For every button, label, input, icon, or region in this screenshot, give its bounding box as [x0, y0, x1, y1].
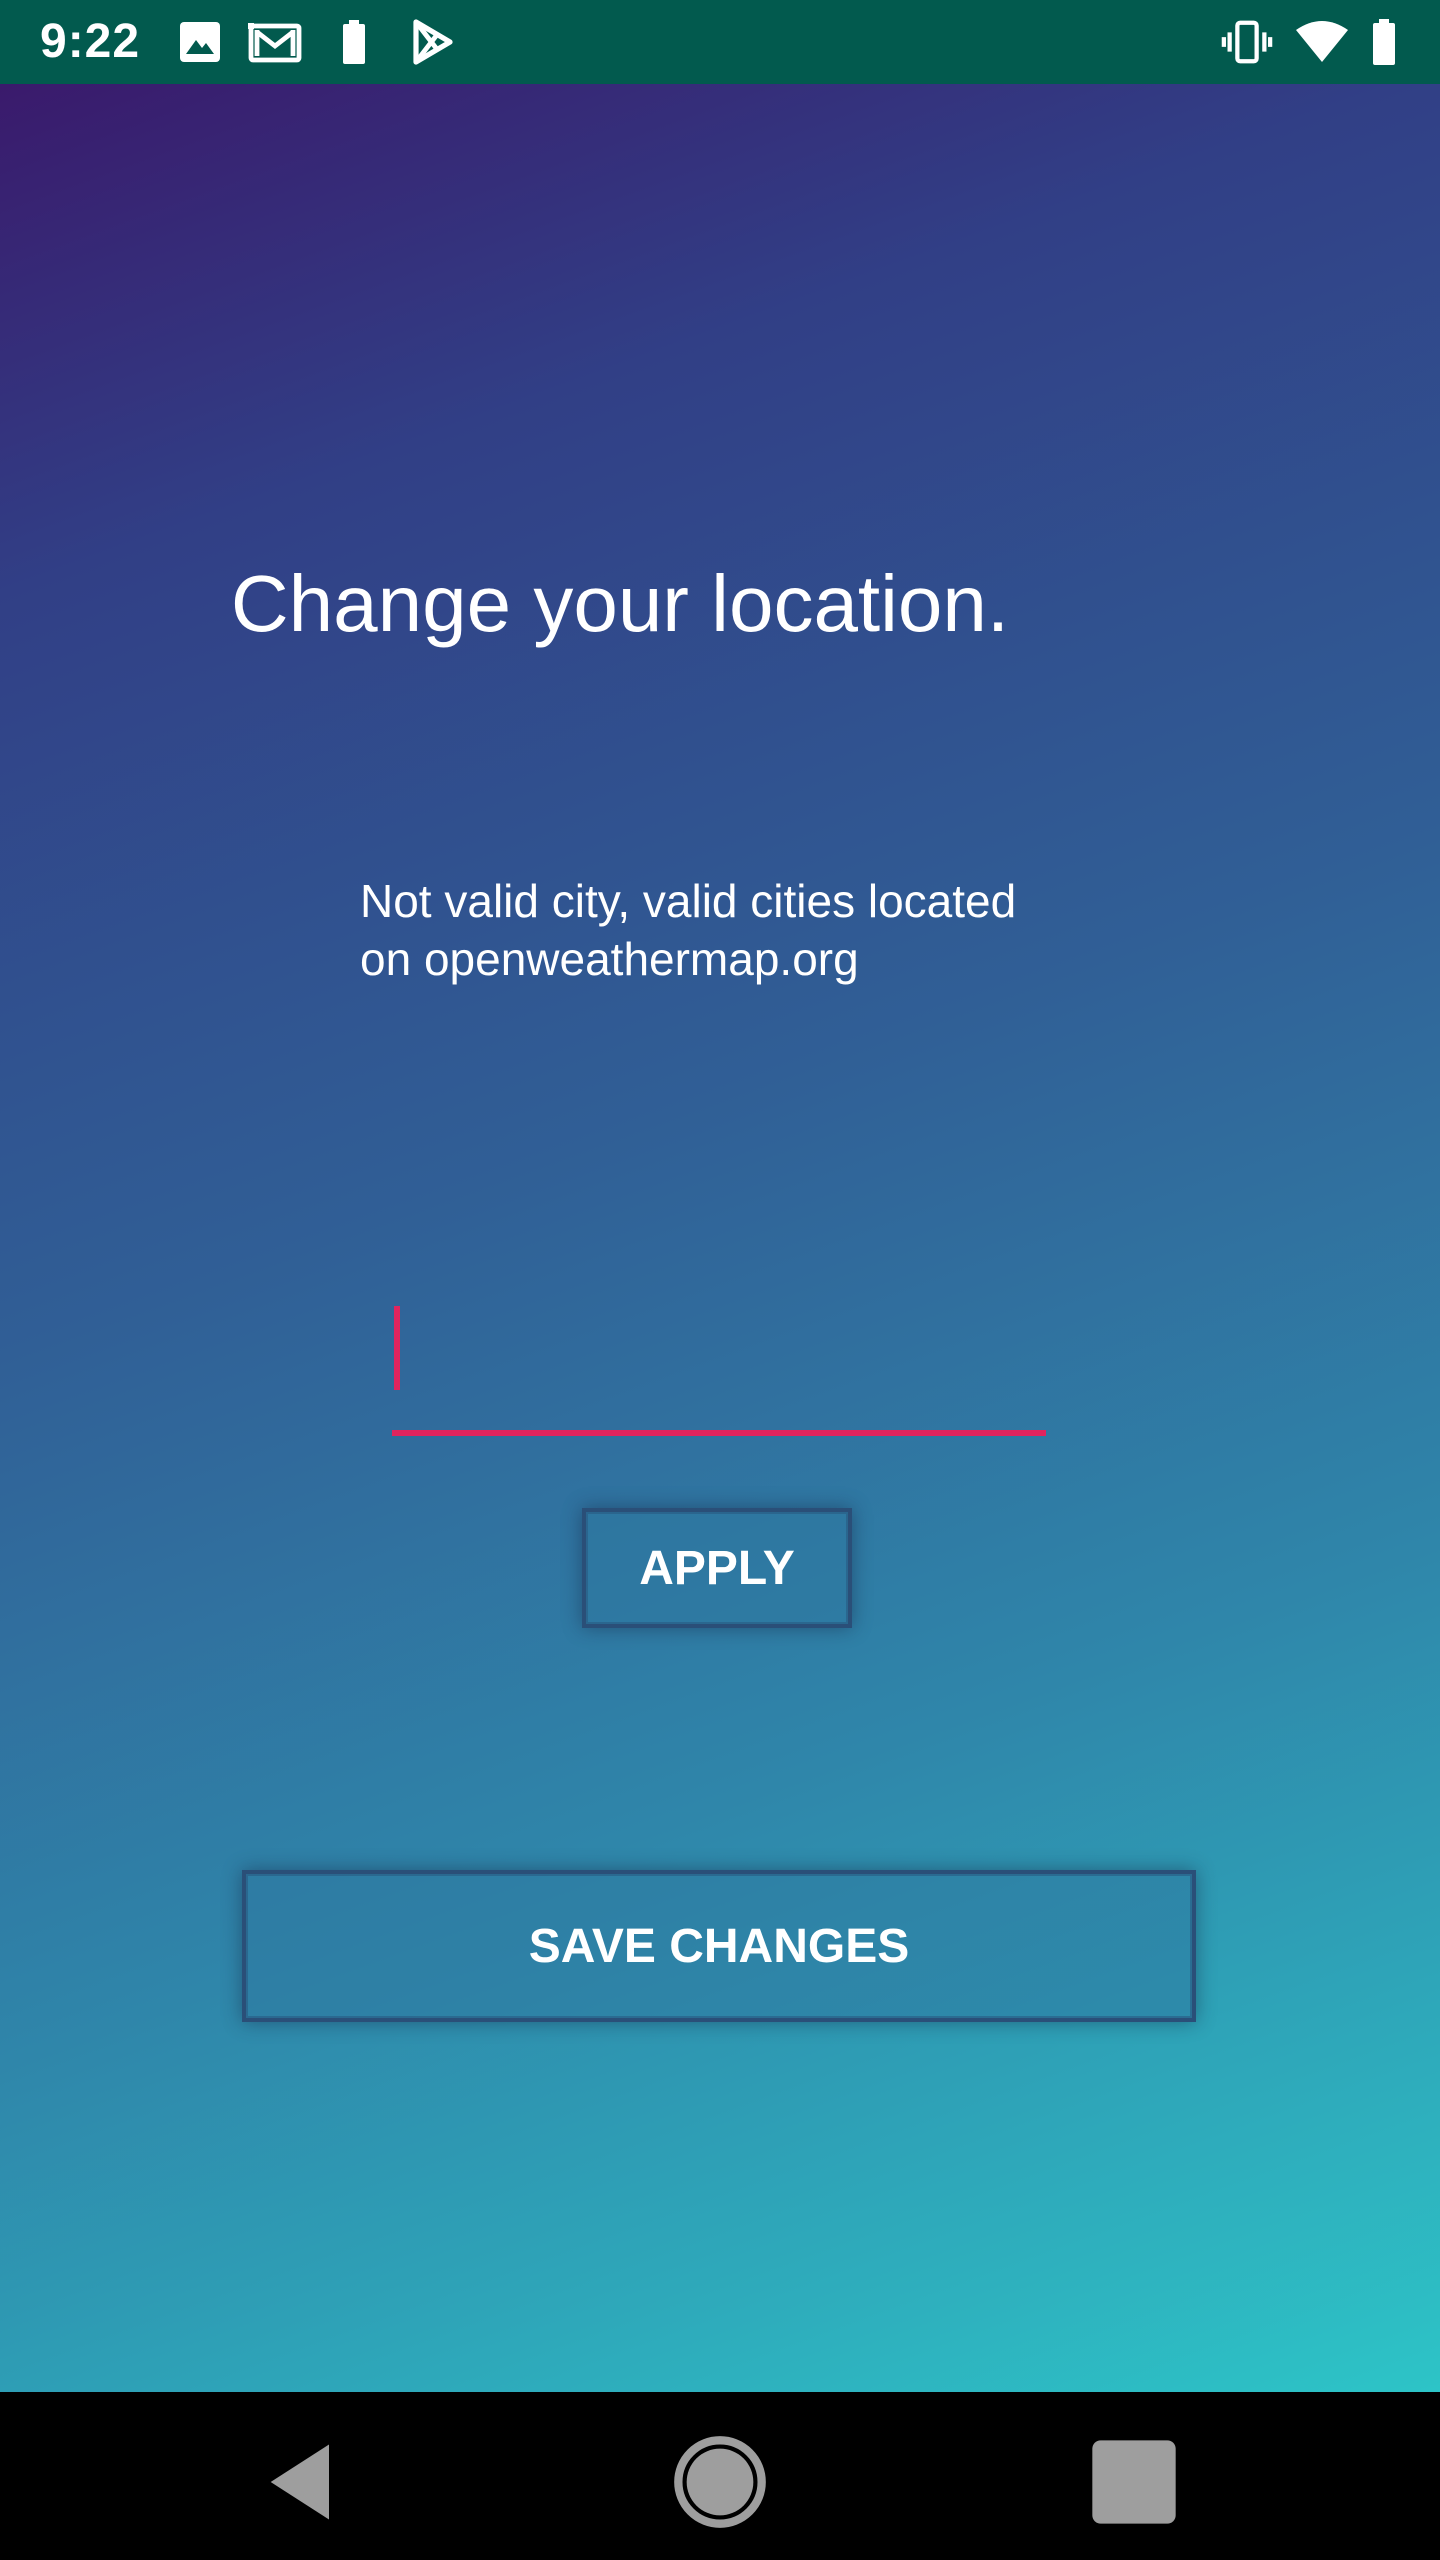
error-message-line: on openweathermap.org — [360, 933, 859, 985]
recents-icon[interactable] — [1084, 2432, 1184, 2532]
gmail-icon — [248, 23, 302, 63]
text-cursor — [394, 1306, 400, 1390]
vibrate-icon — [1221, 20, 1273, 64]
play-store-icon — [413, 19, 453, 65]
main-content: Change your location. Not valid city, va… — [0, 84, 1440, 2392]
city-input[interactable] — [392, 1214, 1046, 1344]
field-underline — [392, 1430, 1046, 1436]
save-changes-button[interactable]: SAVE CHANGES — [242, 1870, 1196, 2022]
apply-button[interactable]: APPLY — [582, 1508, 852, 1628]
city-field[interactable] — [392, 1214, 1046, 1436]
error-message-line: Not valid city, valid cities located — [360, 875, 1017, 927]
back-icon[interactable] — [254, 2432, 354, 2532]
battery-icon — [343, 20, 365, 64]
status-bar: 9:22 — [0, 0, 1440, 84]
screen: 9:22 Change your location. Not valid cit… — [0, 0, 1440, 2560]
wifi-icon — [1296, 21, 1348, 62]
home-icon[interactable] — [670, 2432, 770, 2532]
image-icon — [180, 22, 220, 62]
error-message: Not valid city, valid cities located on … — [360, 872, 1120, 988]
navigation-bar — [0, 2392, 1440, 2560]
status-time: 9:22 — [40, 15, 141, 68]
battery-full-icon — [1373, 19, 1395, 65]
page-title: Change your location. — [230, 559, 1010, 648]
